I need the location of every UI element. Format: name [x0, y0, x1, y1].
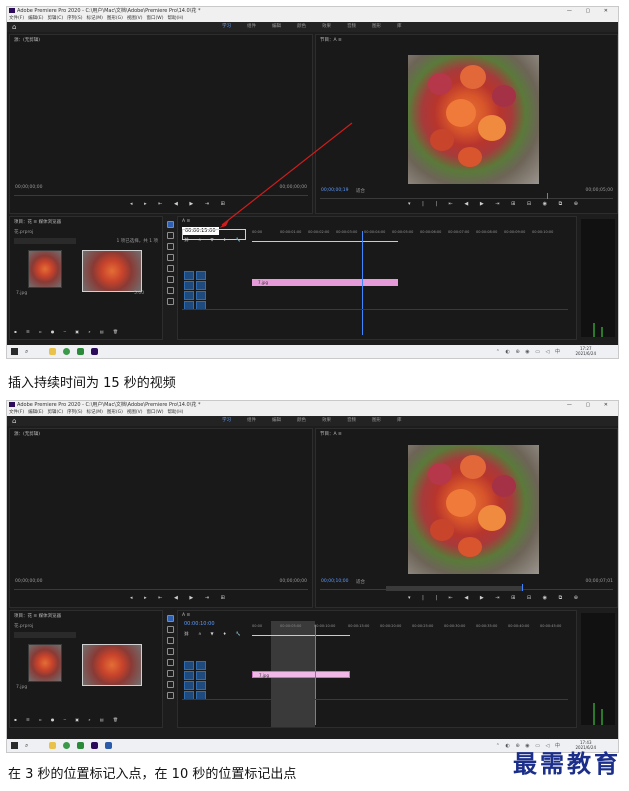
annotation-overlay [219, 122, 353, 228]
windows-start-icon[interactable] [11, 742, 18, 749]
project-thumbnail-2[interactable] [82, 644, 142, 686]
ruler-label: 00:00:35:00 [476, 624, 498, 628]
program-scrubber[interactable] [320, 589, 613, 590]
workspace-libraries[interactable]: 库 [397, 418, 402, 423]
source-monitor: 源：(无剪辑) 00;00;00;00 00;00;00;00 ◂ ▸ ⇤ ◀ … [9, 428, 313, 608]
project-tabs[interactable]: 项目：花 ≡ 媒体浏览器 [14, 613, 61, 619]
audio-meter-right-bar [601, 709, 603, 725]
caption-insert-video: 插入持续时间为 15 秒的视频 [8, 372, 176, 391]
menu-help[interactable]: 帮助(H) [167, 410, 183, 415]
ruler-label: 00:00 [252, 624, 263, 628]
screenshot-1: Adobe Premiere Pro 2020 - C:\用户\Mac\文档\A… [6, 6, 619, 359]
menu-marker[interactable]: 标记(M) [87, 410, 103, 415]
project-clip-name-1: 7.jpg [16, 685, 28, 690]
type-tool-icon[interactable] [166, 692, 174, 699]
menu-graphics[interactable]: 图形(G) [107, 410, 123, 415]
project-file-name: 花.prproj [14, 624, 34, 629]
timeline-clip[interactable]: 7.jpg [252, 671, 350, 678]
source-monitor-title: 源：(无剪辑) [14, 432, 41, 437]
ruler-label: 00:00:10:00 [314, 624, 336, 628]
screenshot-2: Adobe Premiere Pro 2020 - C:\用户\Mac\文档\A… [6, 400, 619, 753]
workspace-audio[interactable]: 音频 [347, 418, 356, 423]
premiere-logo-icon [9, 402, 15, 407]
window-controls[interactable]: — ▢ ✕ [567, 401, 614, 409]
program-playhead[interactable] [522, 584, 523, 591]
window-title: Adobe Premiere Pro 2020 - C:\用户\Mac\文档\A… [17, 402, 201, 408]
menu-bar: 文件(F) 编辑(E) 剪辑(C) 序列(S) 标记(M) 图形(G) 视图(V) 窗口(W)… [7, 409, 618, 416]
timeline-timecode-input[interactable]: 00:00:10:00 [184, 621, 215, 627]
source-transport-controls[interactable]: ◂ ▸ ⇤ ◀ ▶ ⇥ ⊞ [130, 595, 230, 601]
pen-tool-icon[interactable] [166, 670, 174, 677]
program-monitor-title: 节目：A ≡ [320, 432, 342, 437]
store-icon[interactable] [77, 742, 84, 749]
ruler-label: 00:00:25:00 [412, 624, 434, 628]
selection-tool-icon[interactable] [166, 615, 174, 622]
track-v1-target[interactable] [184, 661, 194, 670]
timeline-playhead[interactable] [315, 625, 316, 725]
project-thumbnail-1[interactable] [28, 644, 62, 682]
razor-tool-icon[interactable] [166, 648, 174, 655]
explorer-icon[interactable] [49, 742, 56, 749]
chrome-icon[interactable] [63, 742, 70, 749]
menu-edit[interactable]: 编辑(E) [28, 410, 43, 415]
slip-tool-icon[interactable] [166, 659, 174, 666]
timeline-toolbar[interactable]: ⛓ ∩ ▼ ♦ 🔧 [184, 631, 245, 636]
workspace-color[interactable]: 颜色 [297, 418, 306, 423]
program-duration: 00;00;07;01 [585, 579, 613, 584]
red-arrow-line [221, 122, 353, 226]
hand-tool-icon[interactable] [166, 681, 174, 688]
tools-panel [165, 611, 175, 726]
ripple-edit-tool-icon[interactable] [166, 637, 174, 644]
workspace-assembly[interactable]: 组件 [247, 418, 256, 423]
timeline-panel: A ≡ 00:00:10:00 ⛓ ∩ ▼ ♦ 🔧 00:00 00:00:05… [177, 610, 577, 728]
menu-file[interactable]: 文件(F) [9, 410, 24, 415]
track-a1-target[interactable] [184, 671, 194, 680]
audio-meter-left-bar [593, 703, 595, 725]
caption-text: 插入持续时间为 15 秒的视频 [8, 376, 176, 391]
brand-watermark: 最需教育 [513, 749, 621, 778]
ruler-label: 00:00:15:00 [348, 624, 370, 628]
ruler-label: 00:00:45:00 [540, 624, 562, 628]
source-timecode: 00;00;00;00 [15, 579, 43, 584]
source-scrubber[interactable] [14, 589, 308, 590]
program-timecode[interactable]: 00;00;10;00 [321, 579, 348, 584]
search-icon[interactable]: ⌕ [25, 742, 28, 750]
home-icon[interactable]: ⌂ [12, 416, 16, 426]
menu-view[interactable]: 视图(V) [127, 410, 143, 415]
workspace-learn[interactable]: 学习 [222, 418, 231, 423]
program-transport-controls[interactable]: ▾ | | ⇤ ◀ ▶ ⇥ ⊞ ⊟ ◉ ⧉ ⊕ [408, 595, 583, 601]
source-duration: 00;00;00;00 [279, 579, 307, 584]
workspace-graphics[interactable]: 图形 [372, 418, 381, 423]
caption-text: 在 3 秒的位置标记入点，在 10 秒的位置标记出点 [8, 767, 297, 782]
track-a1-toggle[interactable] [196, 671, 206, 680]
track-a2-target[interactable] [184, 681, 194, 690]
word-taskbar-icon[interactable] [105, 742, 112, 749]
program-fit-select[interactable]: 适合 [356, 579, 365, 585]
project-search-input[interactable] [14, 632, 76, 638]
track-divider [182, 699, 568, 700]
ruler-label: 00:00:40:00 [508, 624, 530, 628]
ruler-label: 00:00:30:00 [444, 624, 466, 628]
sequence-tab[interactable]: A ≡ [182, 613, 190, 618]
project-footer-controls[interactable]: ▪ ☰ ▫ ● ─ ▣ ⌕ ▤ 🗑 [14, 717, 122, 722]
work-area-bar[interactable] [252, 635, 350, 636]
menu-clip[interactable]: 剪辑(C) [47, 410, 63, 415]
program-monitor: 节目：A ≡ 00;00;10;00 适合 00;00;07;01 ▾ | | … [315, 428, 618, 608]
project-panel: 项目：花 ≡ 媒体浏览器 花.prproj 7.jpg ▪ ☰ ▫ ● ─ ▣ … [9, 610, 163, 728]
workspace-bar: ⌂ 学习 组件 编辑 颜色 效果 音频 图形 库 [7, 416, 618, 426]
workspace-editing[interactable]: 编辑 [272, 418, 281, 423]
track-select-tool-icon[interactable] [166, 626, 174, 633]
track-v1-toggle[interactable] [196, 661, 206, 670]
caption-mark-in-out: 在 3 秒的位置标记入点，在 10 秒的位置标记出点 [8, 763, 296, 782]
menu-window[interactable]: 窗口(W) [147, 410, 164, 415]
ruler-label: 00:00:20:00 [380, 624, 402, 628]
menu-sequence[interactable]: 序列(S) [67, 410, 82, 415]
rose-bouquet-image [408, 445, 539, 574]
title-bar: Adobe Premiere Pro 2020 - C:\用户\Mac\文档\A… [7, 401, 618, 409]
premiere-taskbar-icon[interactable] [91, 742, 98, 749]
track-a2-toggle[interactable] [196, 681, 206, 690]
workspace-effects[interactable]: 效果 [322, 418, 331, 423]
audio-meter [581, 613, 615, 725]
